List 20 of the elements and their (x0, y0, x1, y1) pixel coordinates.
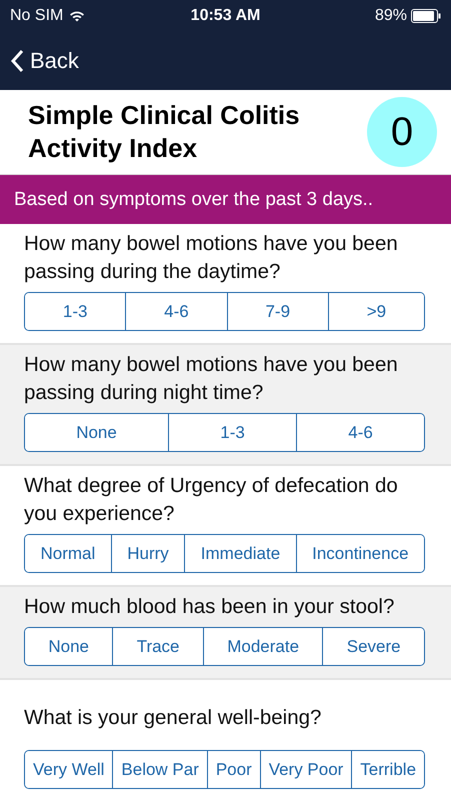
info-banner: Based on symptoms over the past 3 days.. (0, 175, 451, 224)
question-text: What degree of Urgency of defecation do you experience? (24, 473, 399, 527)
answer-option[interactable]: Severe (322, 628, 424, 665)
question-text: How many bowel motions have you been passing during the daytime? (24, 231, 399, 285)
battery-icon (411, 9, 441, 23)
answer-option[interactable]: 4-6 (296, 414, 424, 451)
score-badge: 0 (367, 97, 437, 167)
back-button[interactable]: Back (10, 48, 79, 74)
answer-option[interactable]: Terrible (351, 751, 424, 788)
answer-option[interactable]: Incontinence (296, 535, 424, 572)
clock-label: 10:53 AM (190, 7, 260, 24)
question-text: What is your general well-being? (24, 705, 322, 731)
answer-option[interactable]: >9 (328, 293, 424, 330)
chevron-left-icon (10, 49, 24, 73)
page-title: Simple Clinical Colitis Activity Index (28, 99, 301, 165)
question-text: How many bowel motions have you been passing during night time? (24, 352, 399, 406)
carrier-label: No SIM (10, 7, 64, 25)
wifi-icon (69, 10, 86, 22)
battery-percent: 89% (374, 7, 407, 25)
question-text: How much blood has been in your stool? (24, 594, 396, 620)
